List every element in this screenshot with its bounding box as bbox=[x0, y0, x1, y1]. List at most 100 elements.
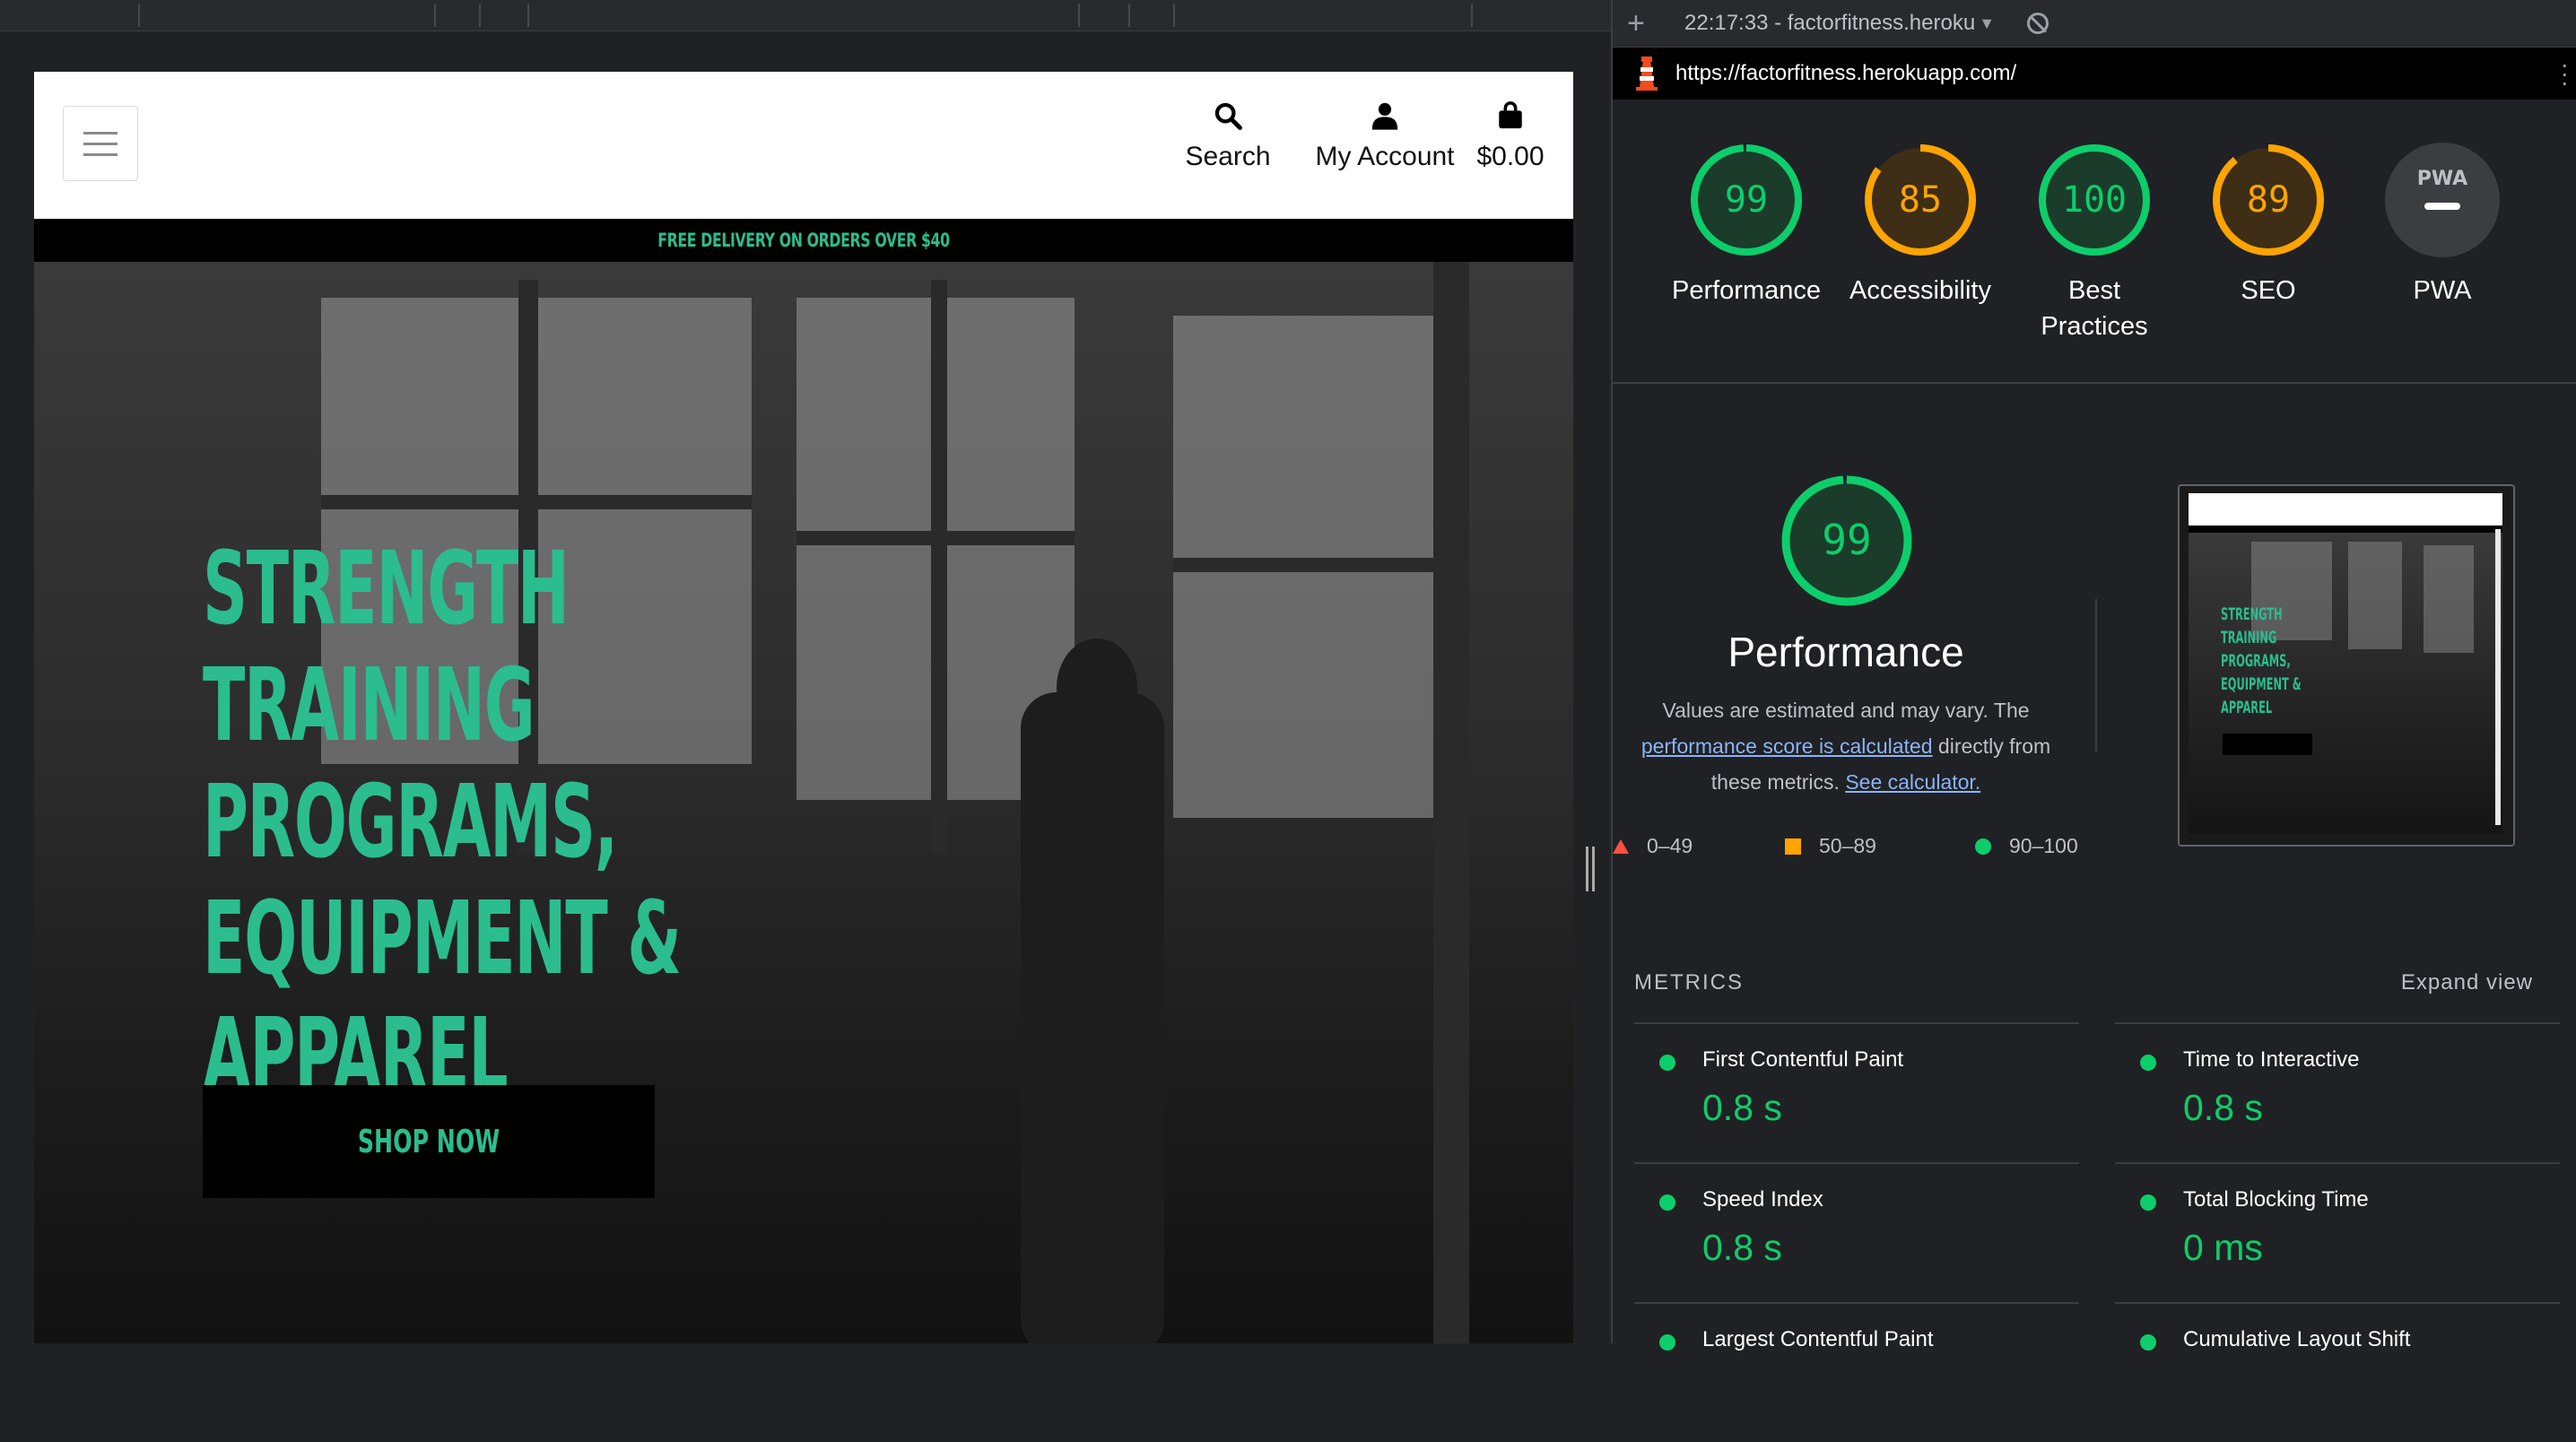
gauge-pwa[interactable]: PWA PWA bbox=[2357, 142, 2528, 308]
square-icon bbox=[1785, 838, 1801, 855]
hero-title-line: STRENGTH bbox=[203, 531, 570, 647]
performance-description: Values are estimated and may vary. The p… bbox=[1631, 692, 2061, 800]
more-options-icon[interactable]: · · · bbox=[2561, 52, 2569, 95]
thumbnail-window bbox=[2424, 545, 2474, 653]
athlete-figure bbox=[1021, 692, 1164, 1343]
performance-title: Performance bbox=[1727, 629, 1964, 675]
search-label: Search bbox=[1185, 142, 1271, 171]
gauge-value: 99 bbox=[1725, 179, 1768, 221]
ruler-tick bbox=[434, 4, 436, 27]
gauge-accessibility[interactable]: 85 Accessibility bbox=[1835, 142, 2006, 308]
shop-now-button[interactable]: SHOP NOW bbox=[203, 1085, 655, 1198]
pass-circle-icon bbox=[1659, 1055, 1675, 1071]
search-icon bbox=[1214, 102, 1242, 130]
gauge-seo[interactable]: 89 SEO bbox=[2183, 142, 2354, 308]
circle-icon bbox=[1975, 838, 1991, 855]
legend-pass-label: 90–100 bbox=[2009, 834, 2078, 857]
gauge-label: SEO bbox=[2241, 276, 2296, 305]
thumbnail-button bbox=[2223, 734, 2312, 755]
chevron-down-icon[interactable]: ▼ bbox=[1979, 14, 1995, 33]
metric-tti: Time to Interactive 0.8 s bbox=[2115, 1022, 2560, 1162]
menu-line bbox=[83, 152, 117, 156]
metric-name: Cumulative Layout Shift bbox=[2183, 1327, 2411, 1351]
shop-now-label: SHOP NOW bbox=[357, 1123, 500, 1160]
window-frame bbox=[1173, 558, 1442, 572]
site-header: Search My Account $0.00 bbox=[34, 72, 1573, 219]
see-calculator-link[interactable]: See calculator. bbox=[1845, 770, 1980, 794]
metric-speed-index: Speed Index 0.8 s bbox=[1634, 1162, 2079, 1302]
metric-value: 0.8 s bbox=[1702, 1227, 1782, 1268]
menu-toggle-button[interactable] bbox=[63, 106, 138, 181]
gauge-value: 100 bbox=[2062, 179, 2127, 221]
hero-title-line: EQUIPMENT & bbox=[203, 881, 682, 997]
legend-fail: 0–49 bbox=[1613, 834, 1693, 858]
user-icon bbox=[1371, 102, 1398, 130]
report-url[interactable]: https://factorfitness.herokuapp.com/ bbox=[1675, 61, 2016, 86]
final-screenshot-thumbnail[interactable]: STRENGTH TRAINING PROGRAMS, EQUIPMENT & … bbox=[2178, 484, 2515, 847]
ruler-tick bbox=[527, 4, 529, 27]
gauge-label: Accessibility bbox=[1849, 276, 1991, 305]
thumbnail-title-line: TRAINING bbox=[2221, 628, 2277, 647]
metric-name: Total Blocking Time bbox=[2183, 1187, 2369, 1212]
gauge-ring: 100 bbox=[2039, 144, 2150, 256]
gauge-label: PWA bbox=[2413, 276, 2472, 305]
vertical-divider bbox=[2095, 599, 2097, 751]
search-link[interactable]: Search bbox=[1179, 95, 1277, 194]
device-viewport: Search My Account $0.00 FREE DELIVERY ON… bbox=[34, 72, 1573, 1343]
menu-line bbox=[83, 142, 117, 145]
metric-lcp: Largest Contentful Paint bbox=[1634, 1302, 2079, 1442]
metric-name: First Contentful Paint bbox=[1702, 1047, 1904, 1072]
delivery-banner: FREE DELIVERY ON ORDERS OVER $40 bbox=[34, 219, 1573, 262]
score-gauges: 99 Performance 85 Accessibility 100 Best… bbox=[1613, 135, 2576, 377]
metrics-heading: METRICS bbox=[1634, 970, 1744, 995]
gauge-ring: 99 bbox=[1691, 144, 1802, 256]
lighthouse-logo-icon bbox=[1636, 56, 1658, 91]
metric-value: 0.8 s bbox=[1702, 1087, 1782, 1128]
gauge-performance[interactable]: 99 Performance bbox=[1661, 142, 1832, 308]
thumbnail-banner bbox=[2189, 526, 2502, 533]
metric-value: 0 ms bbox=[2183, 1227, 2263, 1268]
metric-name: Speed Index bbox=[1702, 1187, 1823, 1212]
section-divider bbox=[1613, 382, 2576, 384]
thumbnail-image: STRENGTH TRAINING PROGRAMS, EQUIPMENT & … bbox=[2189, 493, 2502, 834]
lighthouse-toolbar: + 22:17:33 - factorfitness.heroku ▼ bbox=[1613, 0, 2576, 48]
metric-fcp: First Contentful Paint 0.8 s bbox=[1634, 1022, 2079, 1162]
performance-score: 99 bbox=[1822, 516, 1871, 564]
shopping-bag-icon bbox=[1499, 101, 1522, 129]
thumbnail-header bbox=[2189, 493, 2502, 526]
delivery-banner-text: FREE DELIVERY ON ORDERS OVER $40 bbox=[657, 230, 950, 251]
thumbnail-title-line: STRENGTH bbox=[2221, 604, 2283, 624]
clear-icon[interactable] bbox=[2027, 13, 2049, 34]
thumbnail-title-line: PROGRAMS, bbox=[2221, 651, 2291, 671]
lighthouse-panel: + 22:17:33 - factorfitness.heroku ▼ http… bbox=[1613, 0, 2576, 1351]
new-report-icon[interactable]: + bbox=[1627, 6, 1663, 41]
legend-average: 50–89 bbox=[1785, 834, 1876, 858]
performance-gauge: 99 bbox=[1781, 475, 1912, 606]
metric-tbt: Total Blocking Time 0 ms bbox=[2115, 1162, 2560, 1302]
metric-cls: Cumulative Layout Shift bbox=[2115, 1302, 2560, 1442]
account-link[interactable]: My Account bbox=[1295, 95, 1475, 194]
pass-circle-icon bbox=[2140, 1194, 2156, 1211]
report-url-bar: https://factorfitness.herokuapp.com/ · · · bbox=[1613, 48, 2576, 100]
gauge-ring: 89 bbox=[2213, 144, 2324, 256]
metric-name: Time to Interactive bbox=[2183, 1047, 2360, 1072]
gauge-value: 89 bbox=[2247, 179, 2290, 221]
legend-pass: 90–100 bbox=[1975, 834, 2078, 858]
window-frame bbox=[321, 495, 752, 509]
pass-circle-icon bbox=[1659, 1194, 1675, 1211]
hero-title: STRENGTH TRAINING PROGRAMS, EQUIPMENT & … bbox=[203, 531, 831, 1114]
score-calculated-link[interactable]: performance score is calculated bbox=[1641, 734, 1933, 758]
cart-link[interactable]: $0.00 bbox=[1466, 95, 1555, 194]
ruler-tick bbox=[138, 4, 140, 27]
expand-view-toggle[interactable]: Expand view bbox=[2401, 970, 2533, 995]
hero-title-line: PROGRAMS, bbox=[203, 764, 618, 881]
account-label: My Account bbox=[1315, 142, 1455, 171]
pass-circle-icon bbox=[2140, 1334, 2156, 1351]
ruler-tick bbox=[1078, 4, 1080, 27]
resize-handle[interactable] bbox=[1586, 847, 1598, 891]
gauge-best-practices[interactable]: 100 Best Practices bbox=[2009, 142, 2180, 344]
hero-title-line: TRAINING bbox=[203, 647, 535, 764]
report-selector[interactable]: 22:17:33 - factorfitness.heroku bbox=[1684, 11, 1975, 36]
ruler-tick bbox=[1471, 4, 1473, 27]
pass-circle-icon bbox=[2140, 1055, 2156, 1071]
